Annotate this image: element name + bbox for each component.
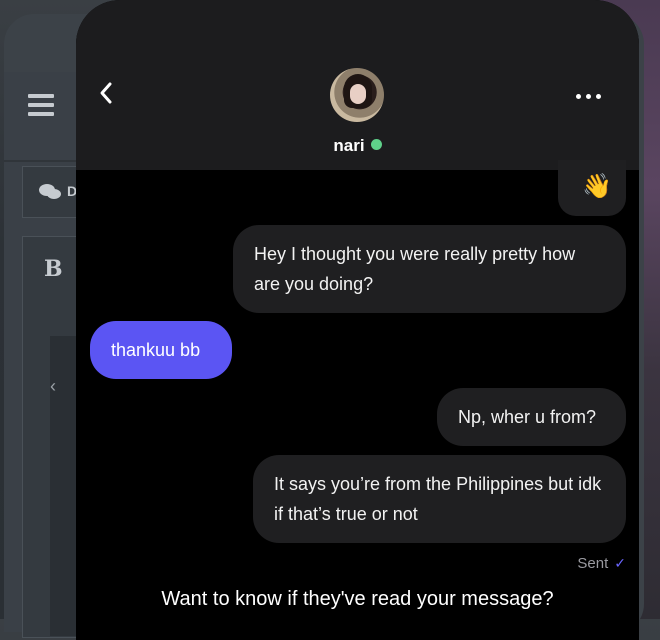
contact-name-row[interactable]: nari <box>76 136 639 156</box>
message-bubble-outgoing[interactable]: Np, wher u from? <box>437 388 626 446</box>
chat-bubbles-icon <box>39 183 61 204</box>
hamburger-menu-icon[interactable] <box>28 94 54 118</box>
read-receipt-prompt[interactable]: Want to know if they've read your messag… <box>76 588 639 611</box>
dot <box>586 94 591 99</box>
more-options-button[interactable] <box>576 86 616 106</box>
delivery-status: Sent ✓ <box>546 555 626 572</box>
message-bubble-outgoing[interactable]: It says you’re from the Philippines but … <box>253 455 626 543</box>
avatar[interactable] <box>330 68 384 122</box>
dot <box>576 94 581 99</box>
message-bubble-incoming[interactable]: thankuu bb <box>90 321 232 379</box>
message-list: 👋 Hey I thought you were really pretty h… <box>76 160 639 640</box>
online-status-dot <box>370 139 382 150</box>
chat-header: nari <box>76 0 639 170</box>
back-button[interactable] <box>98 80 122 110</box>
contact-name: nari <box>333 136 365 155</box>
avatar-face <box>350 84 366 104</box>
background-chat-tab[interactable]: D <box>22 166 84 218</box>
chat-window: nari 👋 Hey I thought you were really pre… <box>76 0 639 640</box>
chevron-left-icon[interactable]: ‹ <box>50 376 56 397</box>
dot <box>596 94 601 99</box>
checkmark-icon: ✓ <box>614 555 626 571</box>
message-bubble-outgoing[interactable]: Hey I thought you were really pretty how… <box>233 225 626 313</box>
delivery-status-label: Sent <box>577 555 609 572</box>
chevron-left-icon <box>100 82 112 104</box>
bold-button[interactable]: B <box>44 256 63 282</box>
message-bubble-wave[interactable]: 👋 <box>558 160 626 216</box>
